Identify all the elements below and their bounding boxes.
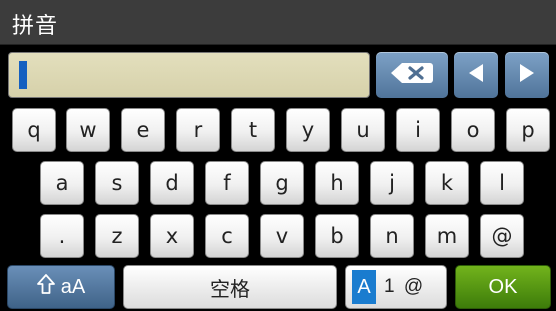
shift-case-button[interactable]: aA xyxy=(7,265,115,309)
key-l[interactable]: l xyxy=(480,161,524,205)
left-arrow-icon xyxy=(467,63,485,88)
key-b[interactable]: b xyxy=(315,214,359,258)
key-at[interactable]: @ xyxy=(480,214,524,258)
key-h[interactable]: h xyxy=(315,161,359,205)
key-n[interactable]: n xyxy=(370,214,414,258)
backspace-button[interactable] xyxy=(376,52,448,98)
key-f[interactable]: f xyxy=(205,161,249,205)
key-z[interactable]: z xyxy=(95,214,139,258)
text-input-field[interactable] xyxy=(8,52,370,98)
key-p[interactable]: p xyxy=(506,108,550,152)
key-q[interactable]: q xyxy=(12,108,56,152)
key-w[interactable]: w xyxy=(66,108,110,152)
key-k[interactable]: k xyxy=(425,161,469,205)
key-c[interactable]: c xyxy=(205,214,249,258)
backspace-icon xyxy=(390,61,434,90)
key-v[interactable]: v xyxy=(260,214,304,258)
input-mode-button[interactable]: A 1 @ xyxy=(345,265,447,309)
key-e[interactable]: e xyxy=(121,108,165,152)
key-j[interactable]: j xyxy=(370,161,414,205)
right-arrow-icon xyxy=(518,63,536,88)
key-y[interactable]: y xyxy=(286,108,330,152)
key-a[interactable]: a xyxy=(40,161,84,205)
key-d[interactable]: d xyxy=(150,161,194,205)
space-label: 空格 xyxy=(210,276,250,301)
cursor-right-button[interactable] xyxy=(505,52,549,98)
key-t[interactable]: t xyxy=(231,108,275,152)
shift-label: aA xyxy=(60,275,86,298)
text-caret xyxy=(19,61,27,89)
key-i[interactable]: i xyxy=(396,108,440,152)
ok-button[interactable]: OK xyxy=(455,265,551,309)
key-x[interactable]: x xyxy=(150,214,194,258)
key-u[interactable]: u xyxy=(341,108,385,152)
cursor-left-button[interactable] xyxy=(454,52,498,98)
key-period[interactable]: . xyxy=(40,214,84,258)
key-r[interactable]: r xyxy=(176,108,220,152)
key-g[interactable]: g xyxy=(260,161,304,205)
mode-other-options: 1 @ xyxy=(384,276,426,297)
key-m[interactable]: m xyxy=(425,214,469,258)
key-o[interactable]: o xyxy=(451,108,495,152)
ok-label: OK xyxy=(488,275,518,298)
page-title: 拼音 xyxy=(12,14,59,39)
mode-active-indicator: A xyxy=(352,270,376,304)
key-s[interactable]: s xyxy=(95,161,139,205)
title-bar: 拼音 xyxy=(0,0,556,45)
shift-arrow-icon xyxy=(36,274,55,300)
space-button[interactable]: 空格 xyxy=(123,265,337,309)
